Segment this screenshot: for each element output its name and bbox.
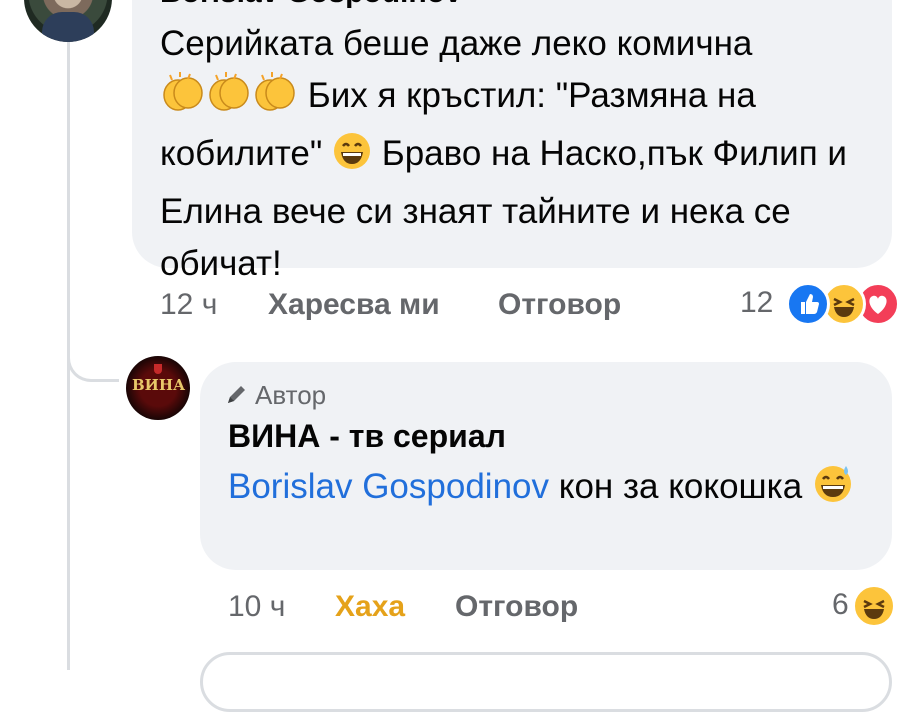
reply-author[interactable]: ВИНА - тв сериал — [228, 418, 506, 455]
avatar[interactable]: ВИНА — [126, 356, 190, 420]
like-icon — [786, 282, 830, 326]
clapping-hands-icon — [206, 71, 252, 128]
comment-text-part1: Серийката беше даже леко комична — [160, 24, 753, 63]
reply-button[interactable]: Отговор — [455, 590, 578, 624]
haha-button[interactable]: Хаха — [335, 590, 405, 624]
reply-time[interactable]: 10 ч — [228, 590, 285, 624]
comment-author[interactable]: Borislav Gospodinov — [160, 0, 462, 10]
reaction-count[interactable]: 12 — [740, 286, 773, 320]
reply-text-body: кон за кокошка — [558, 467, 803, 506]
clapping-hands-icon — [160, 71, 206, 128]
grinning-sweat-face-icon — [812, 462, 854, 518]
avatar[interactable] — [24, 0, 112, 42]
grinning-face-icon — [332, 131, 372, 186]
pencil-icon — [225, 382, 249, 413]
avatar-logo-text: ВИНА — [132, 376, 186, 394]
mention-link[interactable]: Borislav Gospodinov — [228, 467, 549, 506]
reply-connector — [67, 330, 119, 382]
reply-text: Borislav Gospodinov кон за кокошка — [228, 462, 868, 518]
author-badge: Автор — [225, 380, 326, 413]
comment-text: Серийката беше даже леко комична Бих я к… — [160, 18, 880, 290]
comment-time[interactable]: 12 ч — [160, 288, 217, 322]
haha-icon[interactable] — [852, 584, 896, 628]
like-button[interactable]: Харесва ми — [268, 288, 440, 322]
author-badge-label: Автор — [255, 380, 327, 410]
clapping-hands-icon — [252, 71, 298, 128]
reaction-count[interactable]: 6 — [832, 588, 849, 622]
reply-button[interactable]: Отговор — [498, 288, 621, 322]
write-reply-field[interactable] — [200, 652, 892, 712]
